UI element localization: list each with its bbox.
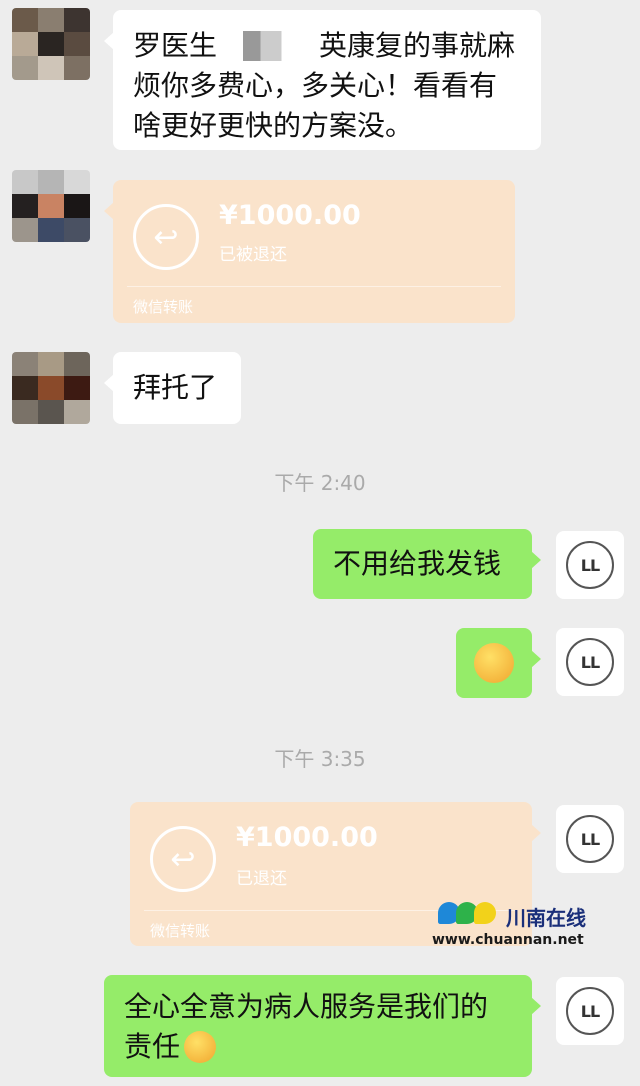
message-bubble[interactable]: 罗医生 英康复的事就麻 烦你多费心，多关心！看看有 啥更好更快的方案没。 — [104, 10, 541, 150]
watermark-name: 川南在线 — [506, 906, 586, 930]
divider — [127, 286, 501, 287]
self-avatar[interactable]: LL — [556, 805, 624, 873]
self-avatar[interactable]: LL — [556, 628, 624, 696]
timestamp: 下午 2:40 — [274, 471, 366, 495]
message-text: 烦你多费心，多关心！看看有 — [133, 69, 498, 102]
message-text: 啥更好更快的方案没。 — [133, 109, 414, 142]
message-text: 全心全意为病人服务是我们的 — [124, 990, 489, 1023]
ll-logo-icon: LL — [566, 815, 614, 863]
message-bubble[interactable]: 拜托了 — [104, 352, 241, 424]
watermark-logo-icon — [438, 902, 496, 924]
self-avatar[interactable]: LL — [556, 531, 624, 599]
transfer-amount: ¥1000.00 — [236, 822, 378, 853]
transfer-amount: ¥1000.00 — [219, 200, 361, 231]
watermark: 川南在线 www.chuannan.net — [432, 902, 632, 952]
transfer-card[interactable]: ↩ ¥1000.00 已被退还 微信转账 — [104, 180, 515, 323]
message-text: 拜托了 — [133, 371, 218, 404]
return-arrow-icon: ↩ — [150, 826, 216, 892]
contact-avatar[interactable] — [12, 8, 90, 80]
transfer-status: 已被退还 — [219, 245, 287, 265]
watermark-url: www.chuannan.net — [432, 932, 584, 948]
transfer-status: 已退还 — [236, 869, 287, 889]
contact-avatar[interactable] — [12, 170, 90, 242]
contact-avatar[interactable] — [12, 352, 90, 424]
message-bubble[interactable]: 全心全意为病人服务是我们的 责任 — [104, 975, 541, 1077]
return-arrow-icon: ↩ — [133, 204, 199, 270]
message-text: 责任 — [124, 1030, 181, 1063]
ll-logo-icon: LL — [566, 541, 614, 589]
message-bubble[interactable]: 不用给我发钱 — [313, 529, 541, 599]
message-text: 罗医生 — [133, 29, 218, 62]
message-text: 不用给我发钱 — [333, 547, 502, 580]
message-bubble[interactable] — [456, 628, 541, 698]
smiling-face-emoji-icon — [474, 643, 514, 683]
message-text: 英康复的事就麻 — [319, 29, 516, 62]
transfer-footer: 微信转账 — [133, 298, 194, 316]
redacted-block — [243, 31, 314, 61]
timestamp: 下午 3:35 — [274, 747, 366, 771]
ll-logo-icon: LL — [566, 987, 614, 1035]
smiling-face-emoji-icon — [184, 1031, 217, 1063]
transfer-footer: 微信转账 — [150, 922, 211, 940]
ll-logo-icon: LL — [566, 638, 614, 686]
self-avatar[interactable]: LL — [556, 977, 624, 1045]
